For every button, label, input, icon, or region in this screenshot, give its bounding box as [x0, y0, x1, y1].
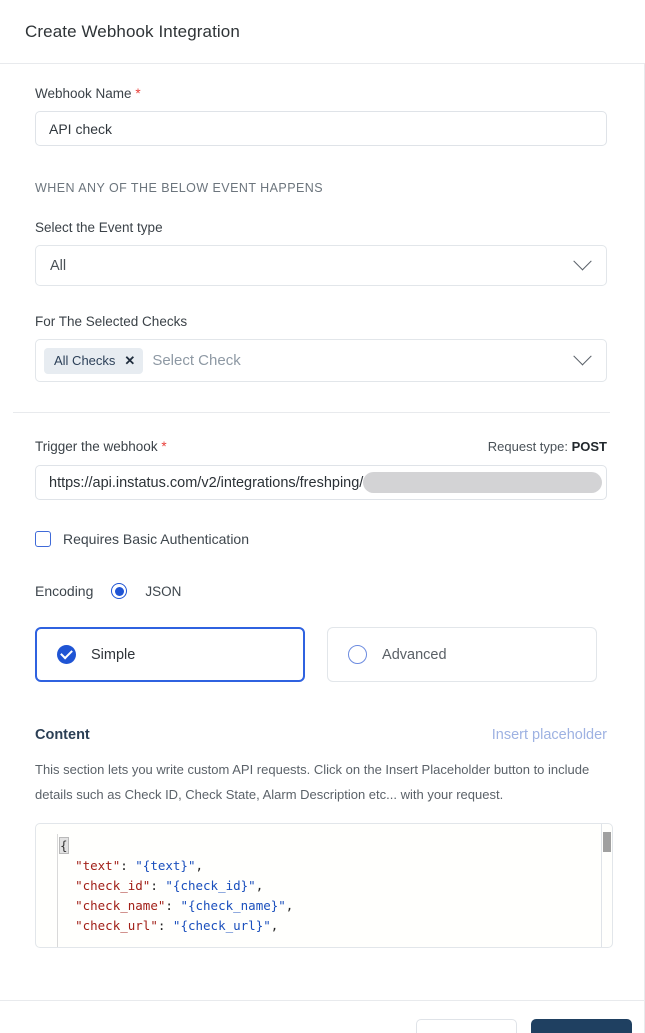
- insert-placeholder-link[interactable]: Insert placeholder: [492, 727, 607, 743]
- circle-outline-icon: [348, 645, 367, 664]
- webhook-name-input[interactable]: API check: [35, 111, 607, 146]
- content-title: Content: [35, 727, 90, 743]
- content-code-editor[interactable]: { "text": "{text}", "check_id": "{check_…: [35, 823, 613, 948]
- code-colon: :: [158, 918, 173, 933]
- code-comma: ,: [286, 898, 294, 913]
- encoding-json-radio[interactable]: [111, 583, 127, 599]
- select-check-placeholder: Select Check: [152, 352, 576, 369]
- close-icon[interactable]: ✕: [124, 354, 135, 367]
- webhook-url-input[interactable]: https://api.instatus.com/v2/integrations…: [35, 465, 607, 500]
- encoding-json-label: JSON: [145, 584, 181, 599]
- editor-code[interactable]: { "text": "{text}", "check_id": "{check_…: [36, 824, 612, 936]
- request-type-value: POST: [572, 439, 607, 454]
- editor-scrollbar-track[interactable]: [602, 824, 612, 947]
- event-type-value: All: [50, 258, 66, 274]
- footer-buttons: [416, 1019, 632, 1033]
- chip-label: All Checks: [54, 353, 115, 368]
- code-value: "{check_url}": [173, 918, 271, 933]
- content-header-row: Content Insert placeholder: [35, 727, 607, 743]
- code-comma: ,: [271, 918, 279, 933]
- code-value: "{check_name}": [180, 898, 285, 913]
- code-value: "{text}": [135, 858, 195, 873]
- basic-auth-checkbox[interactable]: [35, 531, 51, 547]
- code-colon: :: [150, 878, 165, 893]
- redacted-token-bar: [363, 472, 602, 493]
- trigger-header-row: Trigger the webhook * Request type: POST: [35, 439, 607, 454]
- form-card: Webhook Name * API check WHEN ANY OF THE…: [0, 63, 645, 1033]
- code-colon: :: [120, 858, 135, 873]
- event-section-heading: WHEN ANY OF THE BELOW EVENT HAPPENS: [35, 181, 597, 195]
- required-asterisk: *: [161, 439, 166, 454]
- mode-toggle-group: Simple Advanced: [35, 627, 597, 682]
- code-comma: ,: [256, 878, 264, 893]
- encoding-row: Encoding JSON: [35, 583, 597, 599]
- webhook-name-label: Webhook Name *: [35, 86, 597, 101]
- request-type-text: Request type: POST: [488, 439, 607, 454]
- create-webhook-modal: Create Webhook Integration Webhook Name …: [0, 0, 645, 1033]
- selected-checks-label: For The Selected Checks: [35, 314, 597, 329]
- required-asterisk: *: [135, 86, 140, 101]
- basic-auth-row[interactable]: Requires Basic Authentication: [35, 531, 597, 547]
- event-type-label: Select the Event type: [35, 220, 597, 235]
- cancel-button[interactable]: [416, 1019, 517, 1033]
- page-title: Create Webhook Integration: [25, 22, 240, 42]
- selected-checks-multiselect[interactable]: All Checks ✕ Select Check: [35, 339, 607, 382]
- chevron-down-icon: [573, 252, 591, 270]
- code-value: "{check_id}": [165, 878, 255, 893]
- chevron-down-icon: [573, 347, 591, 365]
- mode-option-simple[interactable]: Simple: [35, 627, 305, 682]
- encoding-label: Encoding: [35, 583, 93, 599]
- code-key: "text": [75, 858, 120, 873]
- modal-header: Create Webhook Integration: [0, 0, 645, 63]
- code-key: "check_url": [75, 918, 158, 933]
- webhook-name-field: Webhook Name * API check: [35, 86, 597, 146]
- footer-divider: [0, 1000, 645, 1001]
- event-type-select[interactable]: All: [35, 245, 607, 286]
- selected-checks-field: For The Selected Checks All Checks ✕ Sel…: [35, 314, 597, 382]
- check-circle-icon: [57, 645, 76, 664]
- save-button[interactable]: [531, 1019, 632, 1033]
- code-key: "check_id": [75, 878, 150, 893]
- code-key: "check_name": [75, 898, 165, 913]
- code-open-brace: {: [60, 838, 68, 853]
- code-colon: :: [165, 898, 180, 913]
- chip-all-checks[interactable]: All Checks ✕: [44, 348, 143, 374]
- content-help-text: This section lets you write custom API r…: [35, 757, 610, 807]
- mode-advanced-label: Advanced: [382, 647, 447, 663]
- editor-gutter-line: [57, 834, 58, 947]
- basic-auth-label: Requires Basic Authentication: [63, 531, 249, 547]
- trigger-webhook-label: Trigger the webhook *: [35, 439, 167, 454]
- mode-simple-label: Simple: [91, 647, 135, 663]
- webhook-url-text: https://api.instatus.com/v2/integrations…: [49, 475, 363, 491]
- code-comma: ,: [196, 858, 204, 873]
- editor-scrollbar-thumb[interactable]: [603, 832, 611, 852]
- event-type-field: Select the Event type All: [35, 220, 597, 286]
- mode-option-advanced[interactable]: Advanced: [327, 627, 597, 682]
- modal-footer: [0, 1000, 645, 1033]
